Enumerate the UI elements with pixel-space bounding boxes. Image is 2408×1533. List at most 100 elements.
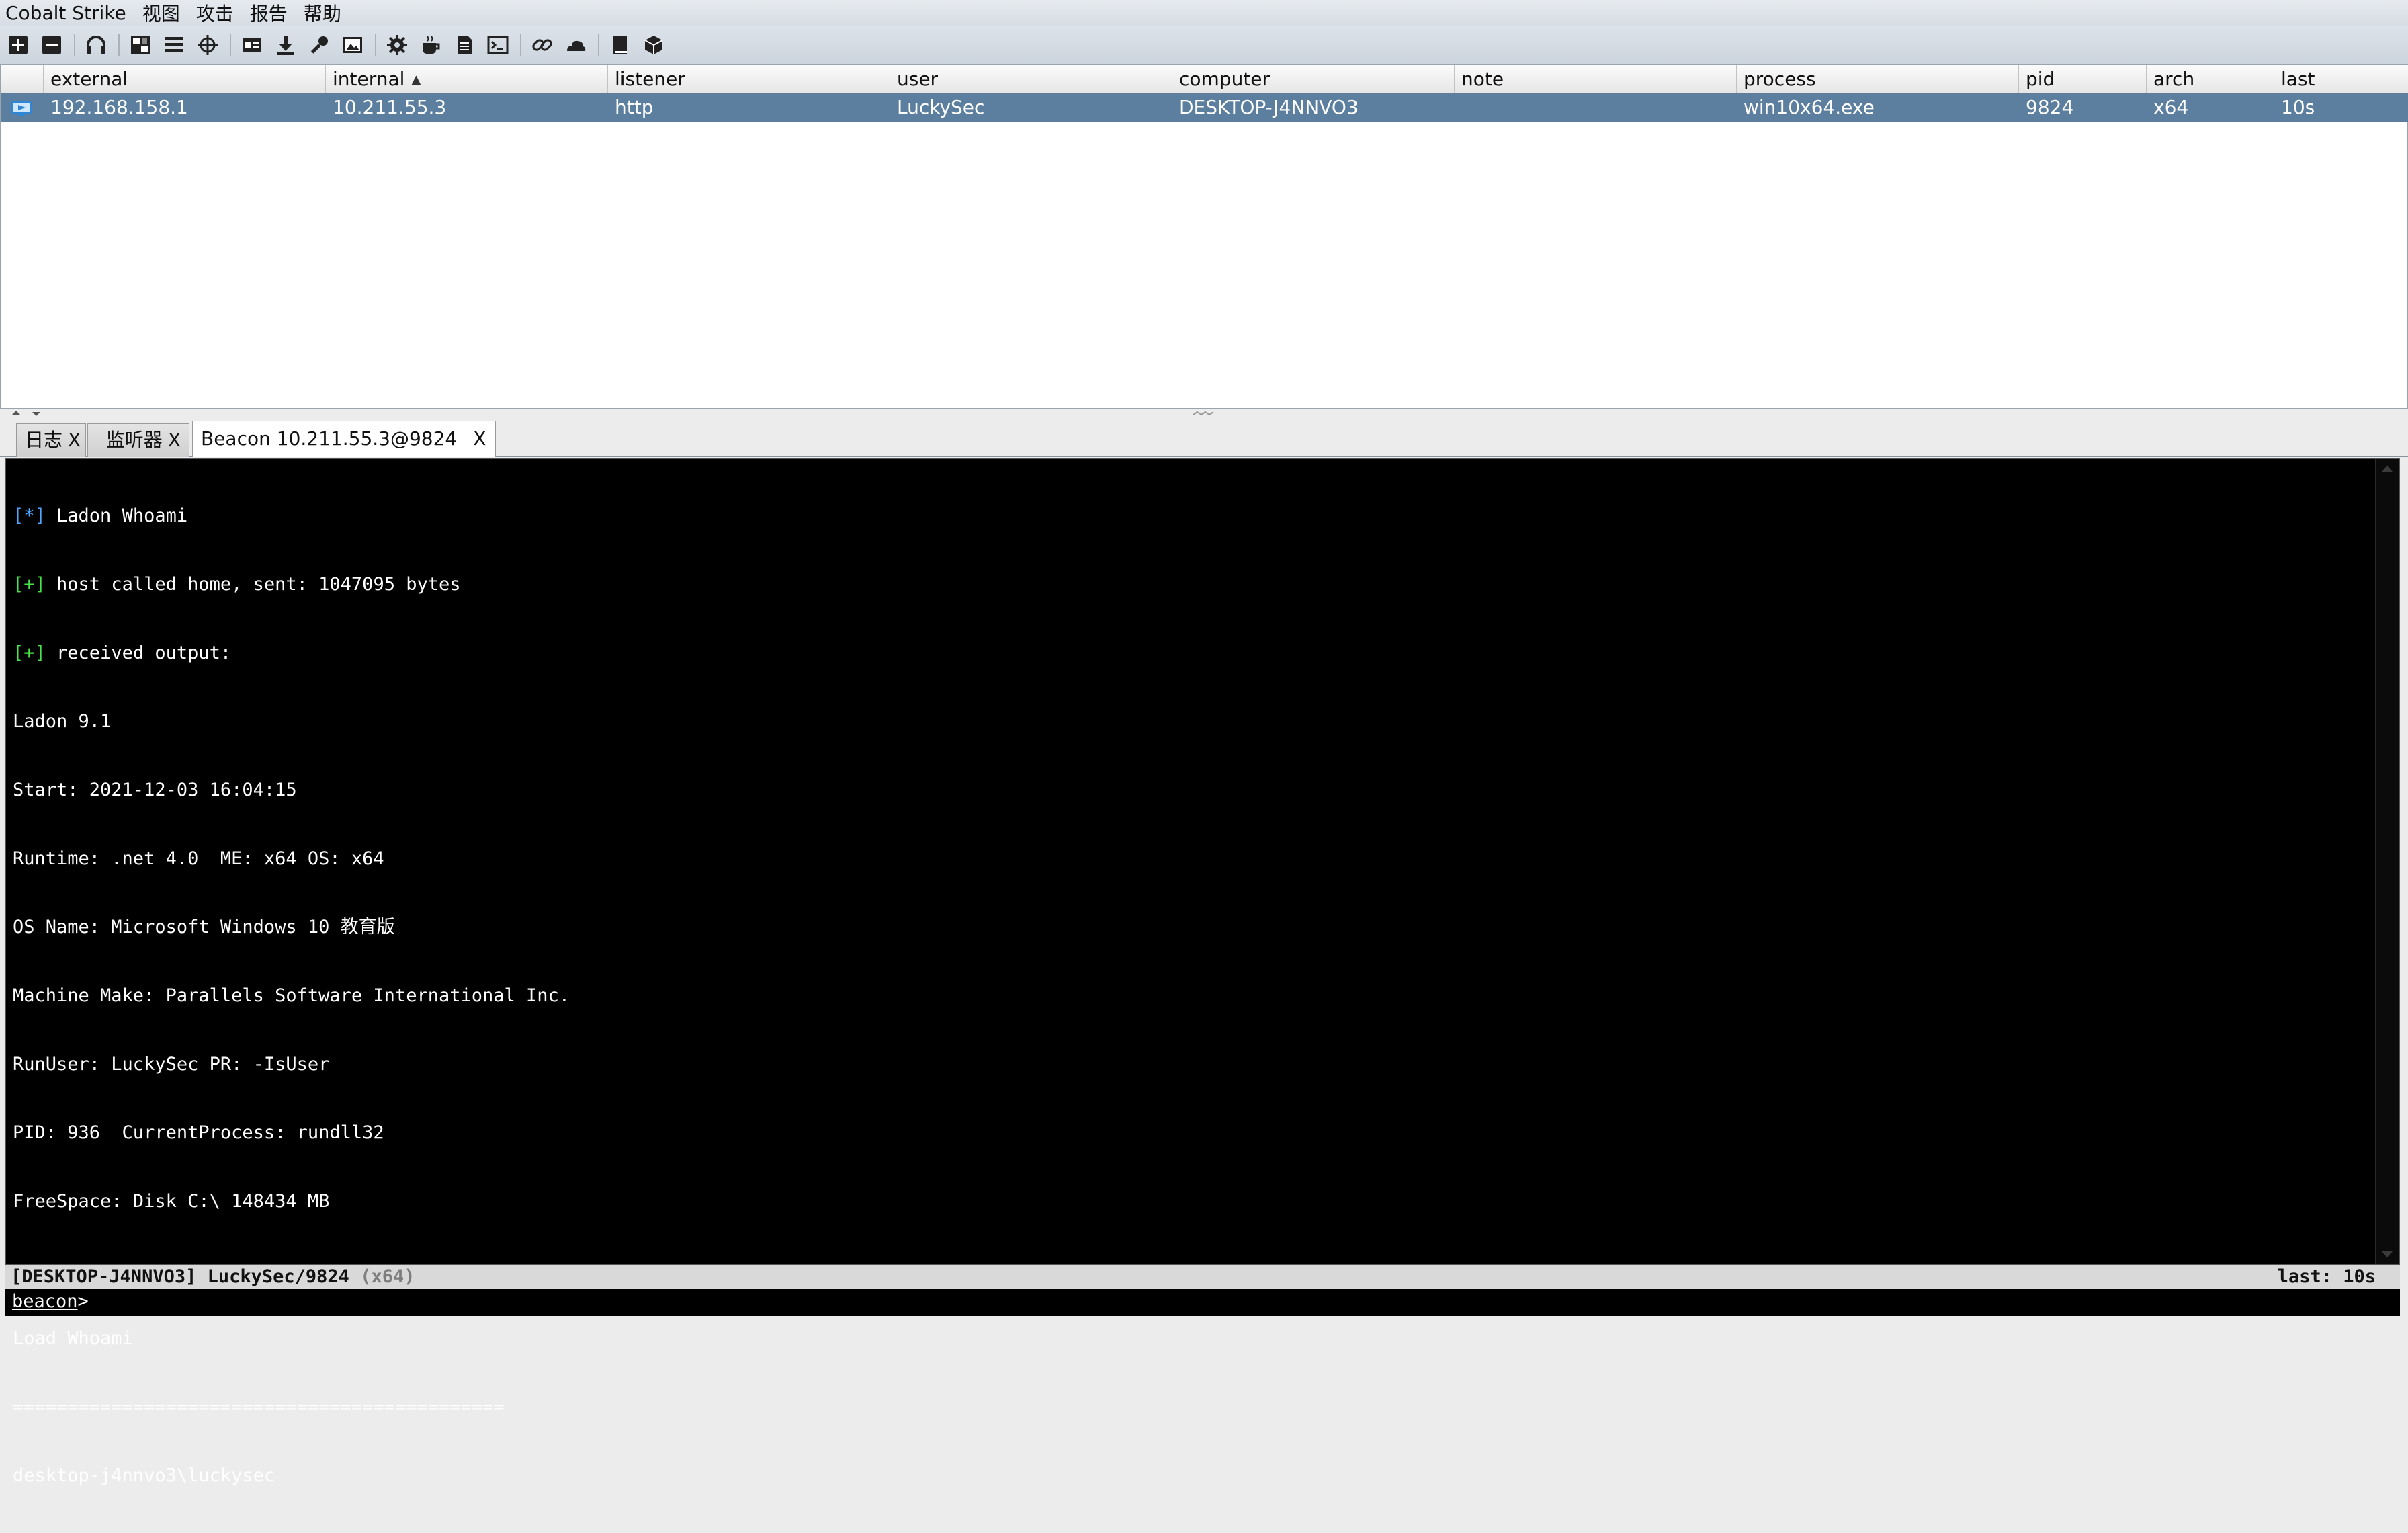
menu-help[interactable]: 帮助 [304, 0, 341, 26]
status-last-checkin: last: 10s [2277, 1266, 2376, 1287]
menu-bar: Cobalt Strike 视图 攻击 报告 帮助 [0, 0, 2408, 26]
column-header-internal-label: internal [333, 68, 405, 90]
table-row[interactable]: 192.168.158.1 10.211.55.3 http LuckySec … [1, 93, 2408, 122]
tab-beacon-label: Beacon 10.211.55.3@9824 [201, 427, 458, 450]
cell-process: win10x64.exe [1744, 96, 1875, 118]
column-header-arch[interactable]: arch [2147, 65, 2274, 93]
beacon-input-line[interactable]: beacon> [5, 1289, 2400, 1316]
cell-user: LuckySec [897, 96, 985, 118]
toolbar [0, 26, 2408, 65]
console-line: Runtime: .net 4.0 ME: x64 OS: x64 [13, 848, 384, 869]
console-line: PID: 936 CurrentProcess: rundll32 [13, 1122, 384, 1143]
console-line: Machine Make: Parallels Software Interna… [13, 985, 570, 1006]
tab-beacon[interactable]: Beacon 10.211.55.3@9824 X [192, 421, 496, 457]
console-line: Ladon 9.1 [13, 711, 112, 732]
column-header-computer[interactable]: computer [1172, 65, 1455, 93]
coffee-icon[interactable] [417, 31, 445, 59]
beacon-prompt-label: beacon [12, 1291, 78, 1312]
link-icon[interactable] [528, 31, 556, 59]
toolbar-separator [118, 33, 120, 56]
pivot-graph-icon[interactable] [126, 31, 155, 59]
cell-external: 192.168.158.1 [50, 96, 188, 118]
cell-internal: 10.211.55.3 [333, 96, 447, 118]
terminal-icon[interactable] [484, 31, 512, 59]
column-header-process[interactable]: process [1737, 65, 2019, 93]
menu-reporting[interactable]: 报告 [250, 0, 288, 26]
scroll-up-icon[interactable] [2381, 466, 2393, 472]
console-line: Start: 2021-12-03 16:04:15 [13, 780, 297, 800]
tab-listeners[interactable]: 监听器 X [87, 423, 189, 457]
scroll-down-icon[interactable] [2381, 1251, 2393, 1257]
beacon-prompt-suffix: > [77, 1291, 89, 1312]
column-header-last[interactable]: last [2274, 65, 2408, 93]
status-arch: (x64) [360, 1266, 415, 1287]
column-header-internal[interactable]: internal ▲ [326, 65, 608, 93]
console-line: ========================================… [13, 1397, 505, 1417]
tab-log-close-button[interactable]: X [68, 429, 81, 451]
downloads-icon[interactable] [271, 31, 300, 59]
column-header-pid[interactable]: pid [2019, 65, 2147, 93]
cell-arch: x64 [2153, 96, 2189, 118]
menu-attacks[interactable]: 攻击 [196, 0, 234, 26]
console-line: Load Whoami [13, 1328, 133, 1349]
cell-last: 10s [2281, 96, 2315, 118]
column-header-icon[interactable] [1, 65, 44, 93]
console-line: [+] host called home, sent: 1047095 byte… [13, 574, 461, 595]
cell-pid: 9824 [2026, 96, 2074, 118]
session-table-icon[interactable] [160, 31, 188, 59]
tab-listeners-label: 监听器 [105, 429, 163, 451]
menu-cobalt-strike[interactable]: Cobalt Strike [5, 2, 126, 24]
console-line: OS Name: Microsoft Windows 10 教育版 [13, 917, 395, 938]
tab-log[interactable]: 日志 X [16, 423, 86, 457]
beacon-console[interactable]: [*] Ladon Whoami [+] host called home, s… [5, 458, 2400, 1486]
console-line: [+] received output: [13, 643, 232, 663]
headphones-icon[interactable] [82, 31, 110, 59]
toolbar-separator [74, 33, 75, 56]
tab-listeners-close-button[interactable]: X [168, 429, 181, 451]
package-icon[interactable] [640, 31, 668, 59]
keystrokes-icon[interactable] [305, 31, 333, 59]
beacon-session-icon [11, 100, 32, 116]
toolbar-separator [598, 33, 599, 56]
console-output: [*] Ladon Whoami [+] host called home, s… [13, 459, 2364, 1533]
beacon-prompt: beacon> [12, 1289, 89, 1315]
status-host-user-pid: [DESKTOP-J4NNVO3] LuckySec/9824 [11, 1266, 349, 1287]
screenshots-icon[interactable] [339, 31, 367, 59]
column-header-listener[interactable]: listener [608, 65, 890, 93]
column-header-user[interactable]: user [890, 65, 1172, 93]
column-header-external[interactable]: external [44, 65, 326, 93]
collapse-arrows-icon[interactable] [9, 409, 43, 417]
toolbar-separator [230, 33, 231, 56]
status-session-info: [DESKTOP-J4NNVO3] LuckySec/9824 (x64) [11, 1265, 415, 1289]
credentials-icon[interactable] [238, 31, 266, 59]
console-line: RunUser: LuckySec PR: -IsUser [13, 1054, 330, 1075]
cell-listener: http [615, 96, 654, 118]
session-table: external internal ▲ listener user compute… [0, 65, 2408, 409]
beacon-status-bar: [DESKTOP-J4NNVO3] LuckySec/9824 (x64) la… [5, 1265, 2400, 1289]
tab-log-label: 日志 [25, 429, 63, 451]
drag-handle-icon[interactable] [1192, 411, 1216, 416]
column-header-note[interactable]: note [1455, 65, 1737, 93]
console-scrollbar[interactable] [2375, 459, 2399, 1264]
targets-icon[interactable] [194, 31, 222, 59]
cloud-icon[interactable] [562, 31, 590, 59]
settings-icon[interactable] [383, 31, 411, 59]
script-console-icon[interactable] [450, 31, 478, 59]
sort-ascending-icon: ▲ [411, 73, 421, 87]
menu-view[interactable]: 视图 [142, 0, 180, 26]
tab-bar: 日志 X 监听器 X Beacon 10.211.55.3@9824 X [0, 419, 2408, 457]
tab-beacon-close-button[interactable]: X [473, 427, 486, 450]
new-connection-icon[interactable] [4, 31, 32, 59]
cell-computer: DESKTOP-J4NNVO3 [1179, 96, 1359, 118]
console-line: [*] Ladon Whoami [13, 505, 188, 526]
toolbar-separator [520, 33, 521, 56]
table-header: external internal ▲ listener user compute… [1, 65, 2408, 93]
disconnect-icon[interactable] [38, 31, 66, 59]
cell-note [1455, 93, 1461, 122]
console-line: desktop-j4nnvo3\luckysec [13, 1465, 275, 1486]
manual-icon[interactable] [606, 31, 634, 59]
split-pane-divider[interactable] [0, 409, 2408, 419]
console-line: FreeSpace: Disk C:\ 148434 MB [13, 1191, 330, 1212]
toolbar-separator [375, 33, 376, 56]
beacon-command-input[interactable] [106, 1290, 2391, 1313]
